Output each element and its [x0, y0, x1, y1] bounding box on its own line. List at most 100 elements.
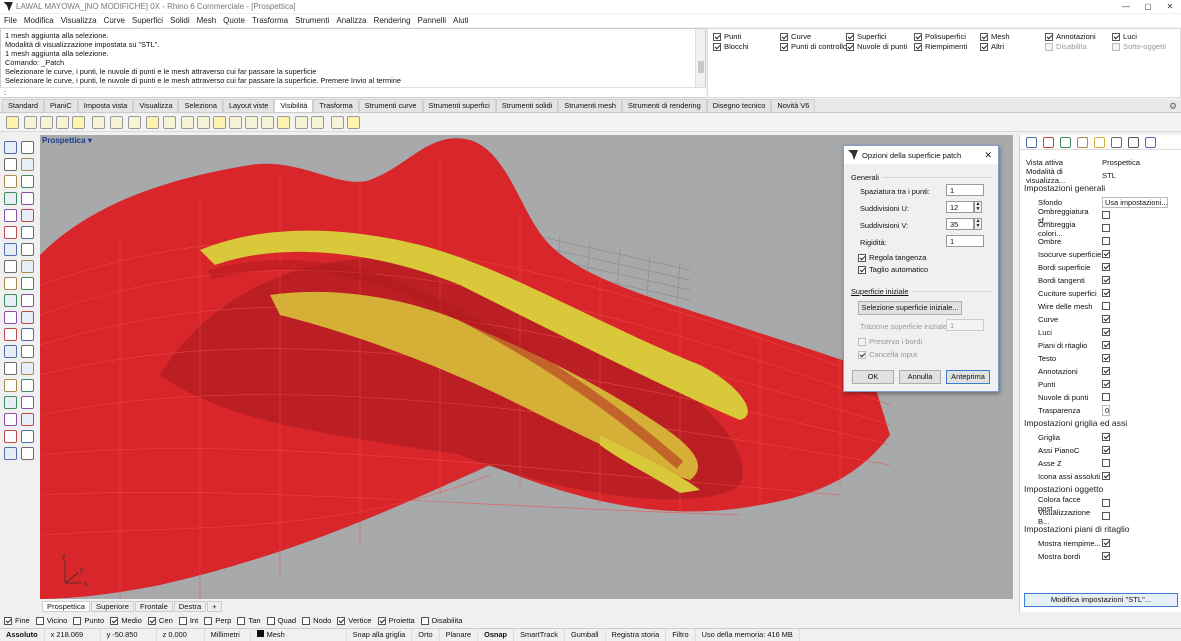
- menu-item-1[interactable]: Modifica: [24, 16, 54, 25]
- panel-tab-icon[interactable]: [1026, 137, 1037, 148]
- select-initial-surface-button[interactable]: Selezione superficie iniziale...: [858, 301, 962, 315]
- menu-item-13[interactable]: Aiuti: [453, 16, 469, 25]
- tool-icon[interactable]: [21, 294, 34, 307]
- viewport-tab-0[interactable]: Prospettica: [42, 600, 90, 612]
- panel-tab-icon[interactable]: [1077, 137, 1088, 148]
- preserve-edges-checkbox[interactable]: Preserva i bordi: [858, 337, 922, 346]
- background-select[interactable]: Usa impostazioni...: [1102, 196, 1169, 208]
- tool-icon[interactable]: [4, 379, 17, 392]
- toolbar-tab-5[interactable]: Layout viste: [222, 99, 275, 112]
- u-divisions-stepper[interactable]: ▲ ▼: [974, 201, 982, 213]
- tool-icon[interactable]: [4, 226, 17, 239]
- filter-checkbox-10[interactable]: Riempimenti: [914, 42, 967, 51]
- menu-item-8[interactable]: Trasforma: [252, 16, 288, 25]
- menu-item-0[interactable]: File: [4, 16, 17, 25]
- tool-icon[interactable]: [21, 243, 34, 256]
- visibility-tool-icon[interactable]: [40, 116, 53, 129]
- panel-tab-icon[interactable]: [1043, 137, 1054, 148]
- menu-item-5[interactable]: Solidi: [170, 16, 190, 25]
- toolbar-tab-11[interactable]: Strumenti mesh: [558, 99, 623, 112]
- tool-icon[interactable]: [21, 277, 34, 290]
- stiffness-input[interactable]: 1: [946, 235, 984, 247]
- tool-icon[interactable]: [4, 447, 17, 460]
- visibility-tool-icon[interactable]: [331, 116, 344, 129]
- property-checkbox[interactable]: [1102, 249, 1110, 258]
- add-viewport-tab-button[interactable]: +: [207, 600, 222, 612]
- filter-checkbox-2[interactable]: Superfici: [846, 32, 887, 41]
- osnap-checkbox-9[interactable]: Nodo: [302, 616, 331, 625]
- tool-icon[interactable]: [21, 328, 34, 341]
- menu-item-12[interactable]: Pannelli: [418, 16, 446, 25]
- smarttrack-toggle[interactable]: SmartTrack: [514, 628, 565, 641]
- property-checkbox[interactable]: [1102, 471, 1110, 480]
- property-checkbox[interactable]: [1102, 314, 1110, 323]
- tool-icon[interactable]: [4, 345, 17, 358]
- tool-icon[interactable]: [4, 430, 17, 443]
- viewport-tab-1[interactable]: Superiore: [91, 600, 134, 612]
- tool-icon[interactable]: [21, 447, 34, 460]
- toolbar-tab-14[interactable]: Novità V6: [771, 99, 816, 112]
- tool-icon[interactable]: [4, 141, 17, 154]
- visibility-tool-icon[interactable]: [229, 116, 242, 129]
- filter-checkbox-3[interactable]: Polisuperfici: [914, 32, 966, 41]
- property-checkbox[interactable]: [1102, 432, 1110, 441]
- osnap-checkbox-0[interactable]: Fine: [4, 616, 30, 625]
- filter-checkbox-11[interactable]: Altri: [980, 42, 1004, 51]
- grid-snap-toggle[interactable]: Snap alla griglia: [347, 628, 413, 641]
- tool-icon[interactable]: [4, 243, 17, 256]
- osnap-checkbox-12[interactable]: Disabilita: [420, 616, 463, 625]
- toolbar-tab-9[interactable]: Strumenti superfici: [422, 99, 496, 112]
- property-checkbox[interactable]: [1102, 262, 1110, 271]
- v-divisions-stepper[interactable]: ▲ ▼: [974, 218, 982, 230]
- property-checkbox[interactable]: [1102, 538, 1110, 547]
- ortho-toggle[interactable]: Orto: [412, 628, 440, 641]
- visibility-tool-icon[interactable]: [277, 116, 290, 129]
- property-checkbox[interactable]: [1102, 236, 1110, 245]
- menu-item-2[interactable]: Visualizza: [61, 16, 97, 25]
- toolbar-tab-10[interactable]: Strumenti solidi: [495, 99, 559, 112]
- osnap-checkbox-1[interactable]: Vicino: [35, 616, 67, 625]
- menu-item-6[interactable]: Mesh: [197, 16, 217, 25]
- toolbar-tab-8[interactable]: Strumenti curve: [358, 99, 423, 112]
- osnap-toggle[interactable]: Osnap: [478, 628, 515, 641]
- toolbar-tab-13[interactable]: Disegno tecnico: [706, 99, 772, 112]
- osnap-checkbox-6[interactable]: Perp: [204, 616, 231, 625]
- osnap-checkbox-10[interactable]: Vertice: [337, 616, 372, 625]
- property-checkbox[interactable]: [1102, 353, 1110, 362]
- spacing-input[interactable]: 1: [946, 184, 984, 196]
- visibility-tool-icon[interactable]: [72, 116, 85, 129]
- units-status[interactable]: Millimetri: [205, 628, 251, 641]
- viewport-tab-3[interactable]: Destra: [173, 600, 207, 612]
- tool-icon[interactable]: [4, 362, 17, 375]
- property-checkbox[interactable]: [1102, 551, 1110, 560]
- filter-checkbox-5[interactable]: Annotazioni: [1045, 32, 1096, 41]
- viewport-tab-2[interactable]: Frontale: [134, 600, 173, 612]
- toolbar-tab-7[interactable]: Trasforma: [313, 99, 359, 112]
- visibility-tool-icon[interactable]: [146, 116, 159, 129]
- toolbar-tab-4[interactable]: Seleziona: [178, 99, 223, 112]
- tool-icon[interactable]: [21, 362, 34, 375]
- toolbar-tab-12[interactable]: Strumenti di rendering: [622, 99, 707, 112]
- osnap-checkbox-3[interactable]: Medio: [110, 616, 142, 625]
- visibility-tool-icon[interactable]: [213, 116, 226, 129]
- visibility-tool-icon[interactable]: [128, 116, 141, 129]
- maximize-button[interactable]: ▢: [1137, 2, 1159, 11]
- command-prompt-input[interactable]: :: [0, 87, 706, 97]
- toolbar-tab-3[interactable]: Visualizza: [133, 99, 179, 112]
- viewport-title[interactable]: Prospettica ▾: [42, 136, 92, 145]
- tool-icon[interactable]: [21, 430, 34, 443]
- osnap-checkbox-5[interactable]: Int: [178, 616, 198, 625]
- tool-icon[interactable]: [21, 260, 34, 273]
- tool-icon[interactable]: [21, 141, 34, 154]
- adjust-tangency-checkbox[interactable]: Regola tangenza: [858, 253, 926, 262]
- toolbar-tab-1[interactable]: PianiC: [44, 99, 78, 112]
- visibility-tool-icon[interactable]: [311, 116, 324, 129]
- visibility-tool-icon[interactable]: [295, 116, 308, 129]
- scrollbar-thumb[interactable]: [698, 61, 704, 73]
- filter-checkbox-4[interactable]: Mesh: [980, 32, 1010, 41]
- property-checkbox[interactable]: [1102, 511, 1110, 520]
- v-divisions-input[interactable]: 35: [946, 218, 974, 230]
- tool-icon[interactable]: [4, 277, 17, 290]
- panel-tab-icon[interactable]: [1111, 137, 1122, 148]
- tool-icon[interactable]: [21, 209, 34, 222]
